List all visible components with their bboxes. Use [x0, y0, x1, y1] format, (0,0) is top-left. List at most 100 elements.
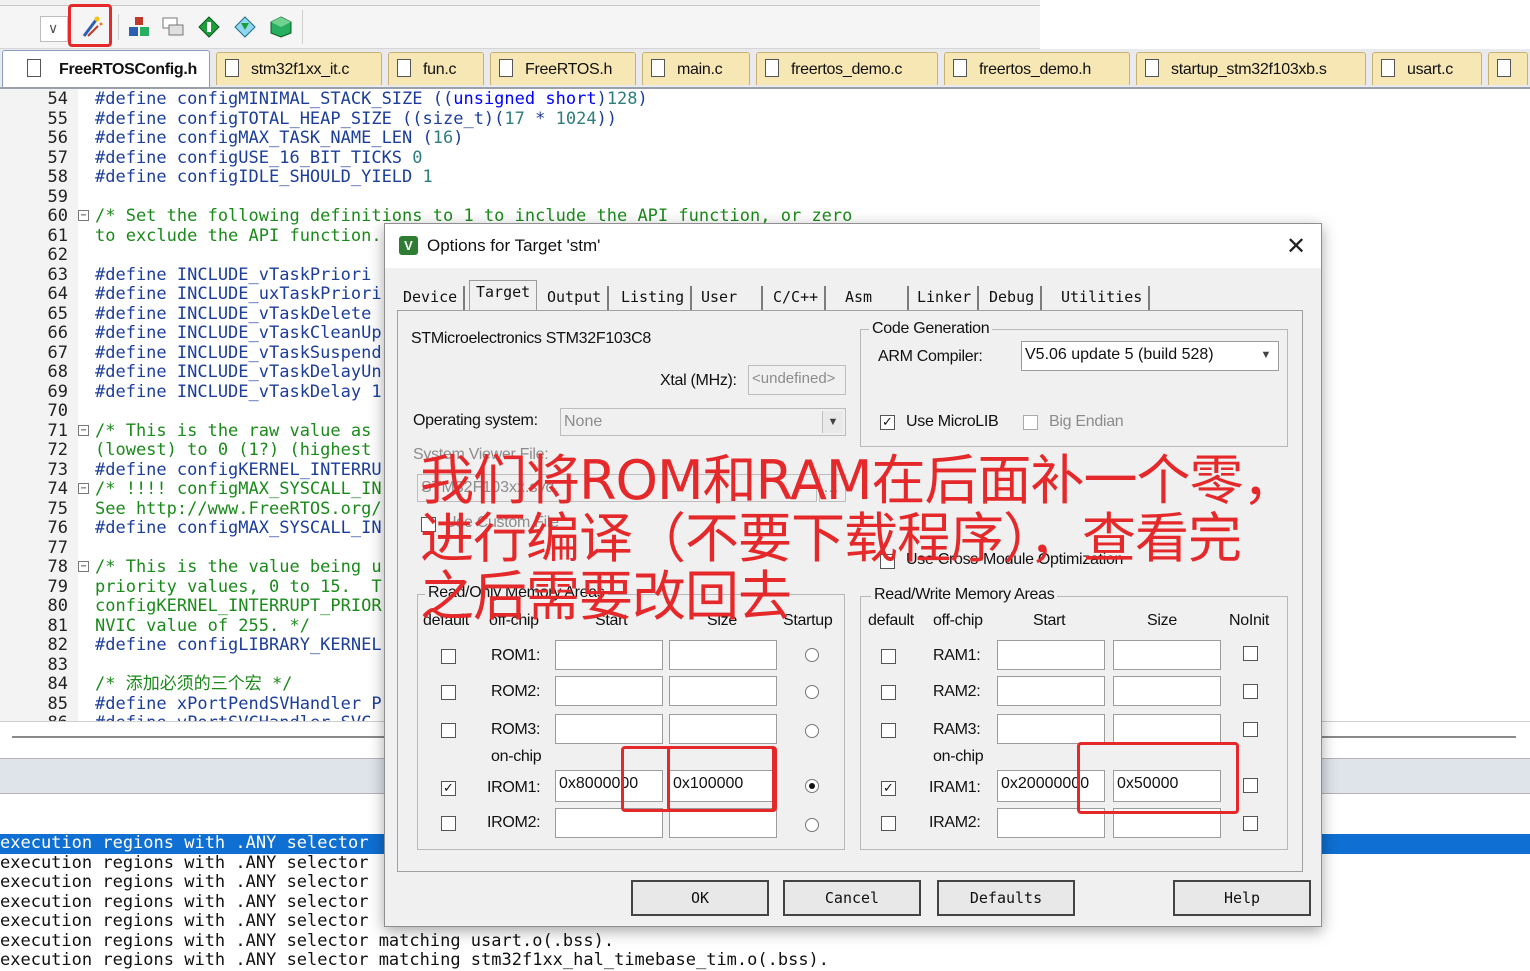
document-icon: [225, 59, 239, 77]
code-text: #define INCLUDE_uxTaskPriori: [95, 284, 382, 304]
download-button[interactable]: [230, 12, 260, 42]
device-name: STMicroelectronics STM32F103C8: [411, 330, 651, 347]
tab-freertosconfig-h[interactable]: FreeRTOSConfig.h: [2, 50, 210, 87]
ram1-default-checkbox[interactable]: [881, 649, 896, 664]
irom1-startup-radio[interactable]: [805, 779, 819, 793]
ram1-size-input[interactable]: [1113, 640, 1221, 670]
rom2-startup-radio[interactable]: [805, 685, 819, 699]
line-number: 56: [47, 128, 68, 148]
tab-listing[interactable]: Listing: [621, 286, 693, 310]
tab-user[interactable]: User: [701, 286, 763, 310]
iram2-default-checkbox[interactable]: [881, 816, 896, 831]
rom1-size-input[interactable]: [669, 640, 777, 670]
tab-c-cpp[interactable]: C/C++: [773, 286, 827, 310]
tab-label: FreeRTOS.h: [525, 61, 613, 78]
tab-fun-c[interactable]: fun.c: [388, 52, 484, 85]
tab-label: usart.c: [1407, 61, 1453, 78]
pack-installer-button[interactable]: [266, 12, 296, 42]
use-microlib-checkbox[interactable]: ✓: [880, 415, 895, 430]
line-number: 54: [47, 89, 68, 109]
rom2-size-input[interactable]: [669, 676, 777, 706]
help-button[interactable]: Help: [1173, 880, 1311, 916]
arm-compiler-select[interactable]: V5.06 update 5 (build 528) ▼: [1021, 341, 1279, 371]
rom3-default-checkbox[interactable]: [441, 723, 456, 738]
tab-linker[interactable]: Linker: [917, 286, 980, 310]
code-text: See http://www.FreeRTOS.org/: [95, 498, 382, 519]
chevron-down-icon: ▼: [1256, 344, 1276, 366]
code-text: /* 添加必须的三个宏 */: [95, 674, 293, 694]
code-text: #define INCLUDE_vTaskDelete: [95, 303, 372, 324]
tab-debug[interactable]: Debug: [989, 286, 1043, 310]
ram1-noinit-checkbox[interactable]: [1243, 646, 1258, 661]
os-select[interactable]: None ▼: [560, 408, 846, 436]
tab-output[interactable]: Output: [547, 286, 610, 310]
iram1-noinit-checkbox[interactable]: [1243, 778, 1258, 793]
xtal-label: Xtal (MHz):: [660, 372, 737, 389]
irom1-default-checkbox[interactable]: ✓: [441, 781, 456, 796]
rom3-size-input[interactable]: [669, 714, 777, 744]
irom2-startup-radio[interactable]: [805, 818, 819, 832]
tab-label: freertos_demo.c: [791, 61, 903, 78]
iram1-default-checkbox[interactable]: ✓: [881, 781, 896, 796]
tab-asm[interactable]: Asm: [845, 286, 909, 310]
fold-toggle-icon[interactable]: −: [78, 561, 89, 572]
tab-overflow[interactable]: [1488, 52, 1528, 85]
iram2-label: IRAM2:: [929, 814, 981, 831]
fold-toggle-icon[interactable]: −: [78, 483, 89, 494]
window-layout-button[interactable]: [158, 12, 188, 42]
ram2-default-checkbox[interactable]: [881, 685, 896, 700]
iram2-noinit-checkbox[interactable]: [1243, 816, 1258, 831]
ram3-noinit-checkbox[interactable]: [1243, 722, 1258, 737]
fold-toggle-icon[interactable]: −: [78, 210, 89, 221]
tab-freertos-h[interactable]: FreeRTOS.h: [490, 52, 636, 85]
tab-stm32f1xx-it-c[interactable]: stm32f1xx_it.c: [216, 52, 382, 85]
close-button[interactable]: ✕: [1279, 232, 1313, 262]
ram2-size-input[interactable]: [1113, 676, 1221, 706]
rom3-start-input[interactable]: [555, 714, 663, 744]
ok-button[interactable]: OK: [631, 880, 769, 916]
rom1-default-checkbox[interactable]: [441, 649, 456, 664]
ram1-start-input[interactable]: [997, 640, 1105, 670]
tab-startup-s[interactable]: startup_stm32f103xb.s: [1136, 52, 1366, 85]
fold-toggle-icon[interactable]: −: [78, 424, 89, 436]
big-endian-checkbox[interactable]: [1023, 415, 1038, 430]
irom2-start-input[interactable]: [555, 808, 663, 838]
line-number: 74: [47, 479, 68, 499]
rom-onchip-label: on-chip: [491, 748, 542, 765]
ram2-start-input[interactable]: [997, 676, 1105, 706]
rom2-default-checkbox[interactable]: [441, 685, 456, 700]
defaults-button[interactable]: Defaults: [937, 880, 1075, 916]
code-text: #define configMINIMAL_STACK_SIZE ((unsig…: [95, 89, 648, 109]
document-icon: [1497, 59, 1511, 77]
ram3-default-checkbox[interactable]: [881, 723, 896, 738]
verify-button[interactable]: [194, 12, 224, 42]
tab-usart-c[interactable]: usart.c: [1372, 52, 1482, 85]
line-number: 68: [47, 362, 68, 382]
toolbar: ∨: [0, 0, 1040, 49]
manage-project-button[interactable]: [124, 12, 154, 42]
code-text: /* This is the raw value as: [95, 420, 372, 441]
rom1-start-input[interactable]: [555, 640, 663, 670]
ram2-noinit-checkbox[interactable]: [1243, 684, 1258, 699]
annotation-line-2: 进行编译（不要下载程序），查看完: [420, 507, 1242, 570]
irom2-default-checkbox[interactable]: [441, 816, 456, 831]
target-select[interactable]: ∨: [40, 16, 68, 42]
rom1-startup-radio[interactable]: [805, 648, 819, 662]
rom2-start-input[interactable]: [555, 676, 663, 706]
rom3-startup-radio[interactable]: [805, 724, 819, 738]
tab-freertos-demo-c[interactable]: freertos_demo.c: [756, 52, 938, 85]
tab-device[interactable]: Device: [403, 286, 466, 310]
ram3-size-input[interactable]: [1113, 714, 1221, 744]
ram3-start-input[interactable]: [997, 714, 1105, 744]
tab-target[interactable]: Target: [469, 280, 538, 311]
tab-utilities[interactable]: Utilities: [1061, 286, 1151, 310]
document-icon: [1145, 59, 1159, 77]
ram3-label: RAM3:: [933, 721, 981, 738]
cancel-button[interactable]: Cancel: [783, 880, 921, 916]
xtal-field[interactable]: <undefined>: [748, 365, 846, 395]
build-output-line[interactable]: execution regions with .ANY selector mat…: [0, 931, 1530, 952]
irom2-size-input[interactable]: [669, 808, 777, 838]
build-output-line[interactable]: execution regions with .ANY selector mat…: [0, 950, 1530, 971]
tab-freertos-demo-h[interactable]: freertos_demo.h: [944, 52, 1130, 85]
tab-main-c[interactable]: main.c: [642, 52, 750, 85]
